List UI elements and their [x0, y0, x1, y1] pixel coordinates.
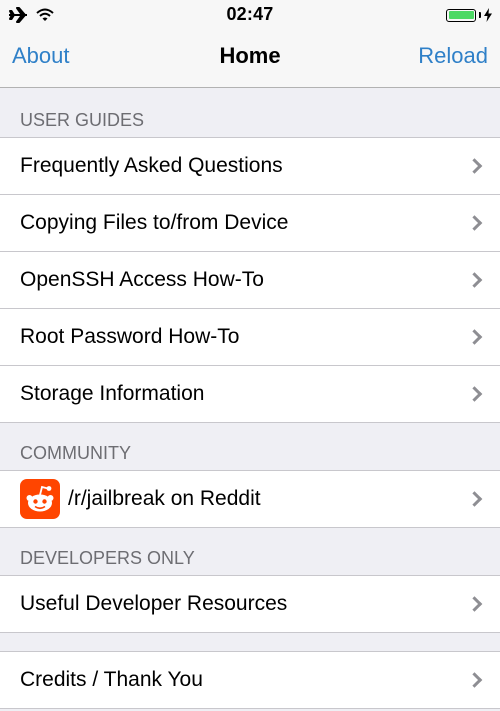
reddit-alien-icon — [26, 485, 54, 512]
list-item-copying-files[interactable]: Copying Files to/from Device — [0, 195, 500, 252]
battery-tip — [479, 12, 481, 18]
list-item-credits[interactable]: Credits / Thank You — [0, 652, 500, 709]
charging-icon — [484, 8, 492, 22]
list-item-label: Useful Developer Resources — [20, 592, 288, 615]
list-item-openssh[interactable]: OpenSSH Access How-To — [0, 252, 500, 309]
list-item-label: OpenSSH Access How-To — [20, 268, 264, 291]
status-bar: 02:47 — [0, 0, 500, 30]
table-view: USER GUIDES Frequently Asked Questions C… — [0, 88, 500, 709]
section-header-user-guides: USER GUIDES — [0, 88, 500, 138]
list-item-root-password[interactable]: Root Password How-To — [0, 309, 500, 366]
list-item-label: Root Password How-To — [20, 325, 240, 348]
reload-button[interactable]: Reload — [418, 43, 488, 69]
chevron-right-icon — [466, 386, 483, 402]
navigation-bar: About Home Reload — [0, 30, 500, 88]
list-item-label: Storage Information — [20, 382, 205, 405]
chevron-right-icon — [466, 672, 483, 688]
list-item-label: Frequently Asked Questions — [20, 154, 283, 177]
list-item-faq[interactable]: Frequently Asked Questions — [0, 138, 500, 195]
reddit-icon — [20, 479, 60, 519]
list-item-label: Credits / Thank You — [20, 668, 203, 691]
chevron-right-icon — [466, 272, 483, 288]
list-item-reddit[interactable]: /r/jailbreak on Reddit — [0, 471, 500, 528]
list-item-label: Copying Files to/from Device — [20, 211, 289, 234]
chevron-right-icon — [466, 491, 483, 507]
list-item-developer-resources[interactable]: Useful Developer Resources — [0, 576, 500, 633]
battery-icon — [446, 8, 476, 22]
list-item-label: /r/jailbreak on Reddit — [68, 487, 261, 510]
section-header-developers: DEVELOPERS ONLY — [0, 528, 500, 576]
list-item-storage-information[interactable]: Storage Information — [0, 366, 500, 423]
section-spacer — [0, 633, 500, 652]
chevron-right-icon — [466, 158, 483, 174]
chevron-right-icon — [466, 215, 483, 231]
chevron-right-icon — [466, 596, 483, 612]
chevron-right-icon — [466, 329, 483, 345]
status-time: 02:47 — [226, 4, 274, 24]
section-header-community: COMMUNITY — [0, 423, 500, 471]
status-right-icons — [446, 6, 492, 24]
battery-fill — [448, 11, 474, 19]
